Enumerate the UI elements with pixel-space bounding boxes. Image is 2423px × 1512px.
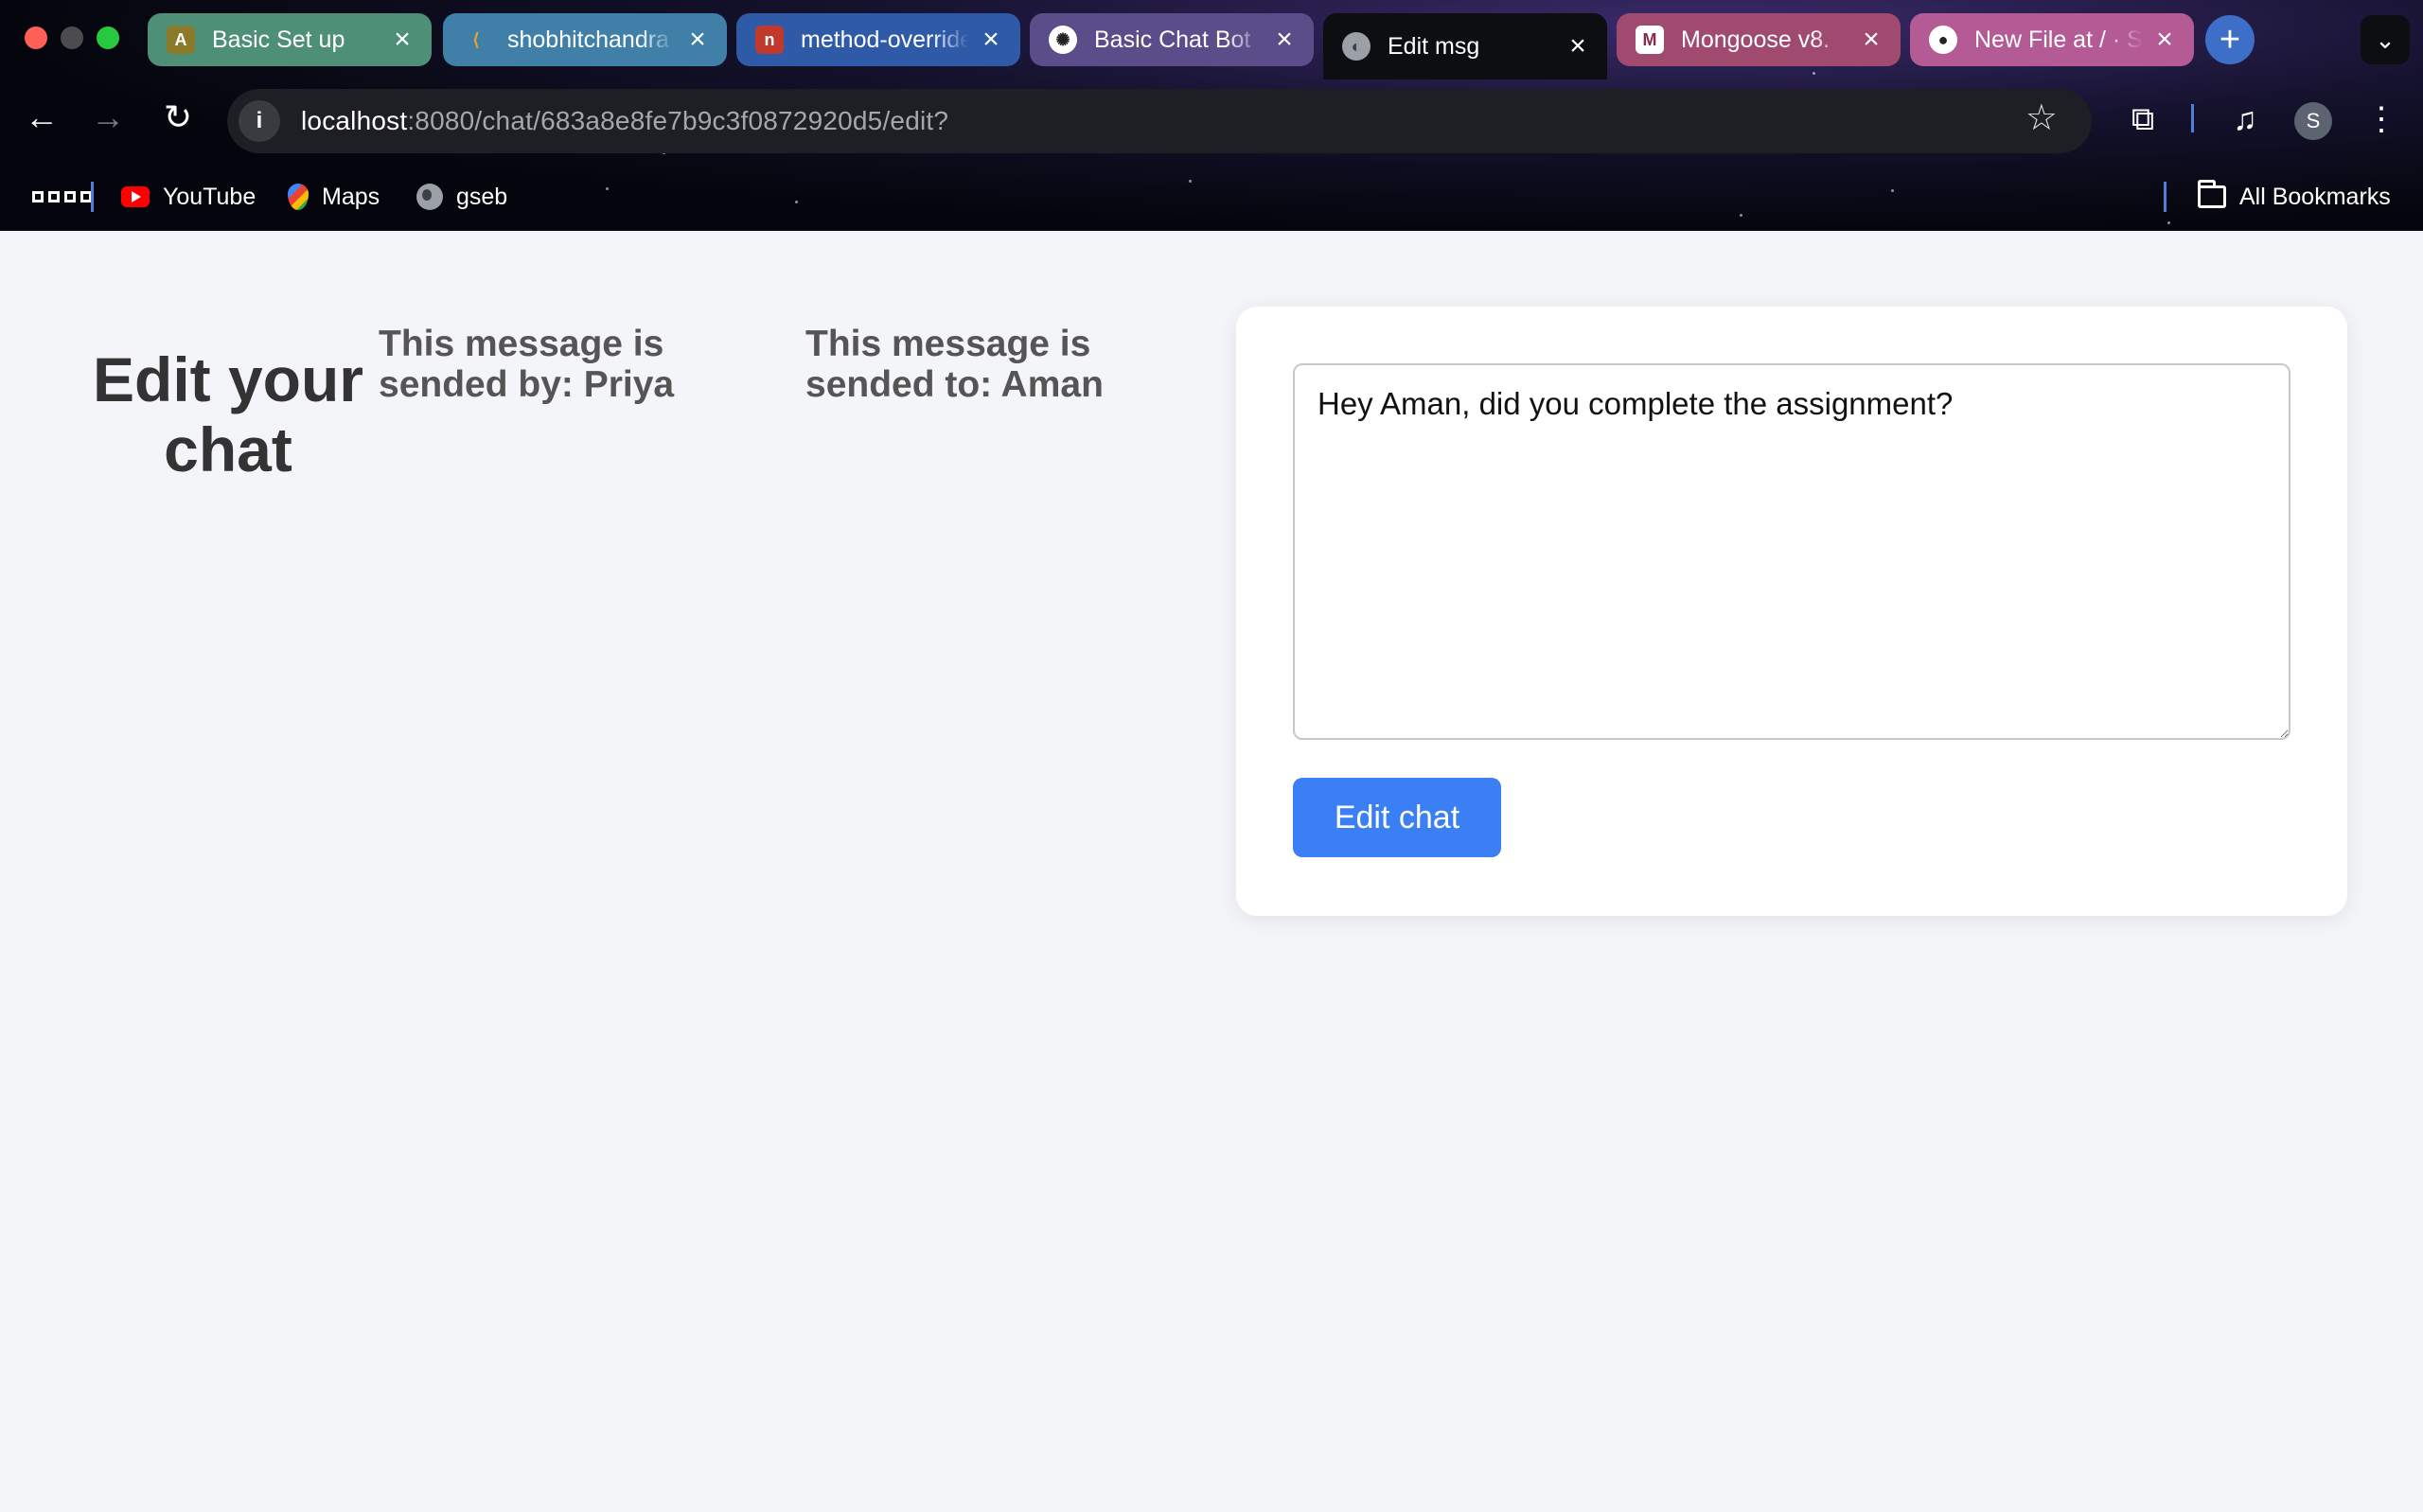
bookmark-gseb[interactable]: gseb bbox=[416, 174, 507, 220]
profile-avatar[interactable]: S bbox=[2294, 102, 2332, 140]
close-icon[interactable]: × bbox=[390, 26, 415, 54]
tab-title: Mongoose v8. bbox=[1681, 26, 1831, 53]
minimize-window-button[interactable] bbox=[61, 26, 83, 49]
bookmark-youtube[interactable]: YouTube bbox=[121, 174, 256, 220]
bookmark-label: YouTube bbox=[163, 183, 256, 210]
media-controls-icon[interactable]: ♫ bbox=[2220, 95, 2270, 144]
site-info-icon[interactable]: i bbox=[239, 100, 280, 142]
bookmark-maps[interactable]: Maps bbox=[288, 174, 380, 220]
tab-title: Basic Chat Bot bbox=[1094, 26, 1251, 53]
new-tab-button[interactable]: + bbox=[2205, 15, 2255, 64]
close-icon[interactable]: × bbox=[979, 26, 1003, 54]
edit-chat-button[interactable]: Edit chat bbox=[1293, 778, 1501, 857]
tab-shobhitchandra[interactable]: ⟨ shobhitchandra × bbox=[443, 13, 727, 66]
close-icon[interactable]: × bbox=[2152, 26, 2177, 54]
site-favicon-icon: A bbox=[167, 26, 195, 54]
bookmarks-divider bbox=[2164, 182, 2167, 212]
url-path: :8080/chat/683a8e8fe7b9c3f0872920d5/edit… bbox=[407, 106, 949, 135]
leetcode-icon: ⟨ bbox=[472, 29, 480, 49]
close-icon[interactable]: × bbox=[685, 26, 710, 54]
maps-icon bbox=[288, 184, 309, 210]
receiver-info: This message is sended to: Aman bbox=[805, 324, 1104, 405]
reload-button[interactable]: ↻ bbox=[151, 91, 204, 144]
bookmarks-bar: YouTube Maps gseb All Bookmarks bbox=[0, 174, 2423, 220]
tab-title: Edit msg bbox=[1388, 32, 1480, 60]
plus-icon: + bbox=[2219, 19, 2241, 60]
tab-title: Basic Set up bbox=[212, 26, 345, 53]
tab-basic-chat-bot[interactable]: ✺ Basic Chat Bot × bbox=[1030, 13, 1314, 66]
github-icon: ● bbox=[1929, 26, 1957, 54]
browser-chrome: A Basic Set up × ⟨ shobhitchandra × n me… bbox=[0, 0, 2423, 231]
maximize-window-button[interactable] bbox=[97, 26, 119, 49]
back-button[interactable]: ← bbox=[15, 91, 68, 144]
message-textarea[interactable] bbox=[1293, 363, 2290, 740]
address-url[interactable]: localhost:8080/chat/683a8e8fe7b9c3f08729… bbox=[301, 106, 948, 136]
apps-button[interactable] bbox=[32, 174, 105, 220]
openai-icon: ✺ bbox=[1049, 26, 1077, 54]
page-content: Edit your chat This message is sended by… bbox=[0, 231, 2423, 1512]
window-controls bbox=[25, 26, 119, 49]
url-host: localhost bbox=[301, 106, 408, 135]
bookmark-label: gseb bbox=[456, 183, 508, 210]
youtube-icon bbox=[121, 186, 150, 207]
arrow-left-icon: ← bbox=[25, 97, 59, 136]
apps-grid-icon bbox=[32, 191, 92, 202]
menu-kebab-icon[interactable]: ⋮ bbox=[2357, 95, 2406, 144]
close-icon[interactable]: × bbox=[1565, 32, 1590, 61]
tab-new-file-github[interactable]: ● New File at / · S × bbox=[1910, 13, 2194, 66]
page-title: Edit your chat bbox=[92, 344, 363, 484]
bookmark-star-icon[interactable]: ☆ bbox=[2025, 97, 2058, 139]
close-window-button[interactable] bbox=[25, 26, 47, 49]
avatar-initial: S bbox=[2306, 109, 2321, 132]
all-bookmarks-label: All Bookmarks bbox=[2239, 183, 2391, 210]
tab-edit-msg[interactable]: ◐ Edit msg × bbox=[1323, 13, 1607, 79]
close-icon[interactable]: × bbox=[1859, 26, 1884, 54]
bookmarks-divider bbox=[91, 182, 94, 212]
tab-strip: A Basic Set up × ⟨ shobhitchandra × n me… bbox=[148, 13, 2419, 79]
folder-icon bbox=[2198, 180, 2226, 208]
tab-method-override[interactable]: n method-override × bbox=[736, 13, 1020, 66]
npm-icon: n bbox=[755, 26, 784, 54]
all-bookmarks-button[interactable]: All Bookmarks bbox=[2198, 174, 2391, 220]
browser-toolbar: ← → ↻ i localhost:8080/chat/683a8e8fe7b9… bbox=[0, 79, 2423, 161]
tab-search-button[interactable]: ⌄ bbox=[2361, 15, 2410, 64]
mongoose-icon: M bbox=[1636, 26, 1664, 54]
close-icon[interactable]: × bbox=[1272, 26, 1297, 54]
reload-icon: ↻ bbox=[163, 97, 193, 136]
address-bar[interactable]: i localhost:8080/chat/683a8e8fe7b9c3f087… bbox=[227, 89, 2092, 153]
arrow-right-icon: → bbox=[91, 97, 125, 136]
globe-icon bbox=[416, 184, 443, 210]
chevron-down-icon: ⌄ bbox=[2375, 25, 2396, 54]
tab-mongoose[interactable]: M Mongoose v8. × bbox=[1617, 13, 1901, 66]
tab-title: shobhitchandra bbox=[507, 26, 669, 53]
sender-info: This message is sended by: Priya bbox=[379, 324, 675, 405]
tab-title: method-override bbox=[801, 26, 969, 53]
tab-basic-set-up[interactable]: A Basic Set up × bbox=[148, 13, 432, 66]
tab-title: New File at / · S bbox=[1974, 26, 2143, 53]
extensions-icon[interactable]: ⧉ bbox=[2118, 95, 2167, 144]
globe-icon: ◐ bbox=[1342, 32, 1371, 61]
toolbar-divider bbox=[2191, 104, 2194, 132]
forward-button[interactable]: → bbox=[81, 91, 134, 144]
edit-chat-form: Edit chat bbox=[1236, 307, 2347, 916]
bookmark-label: Maps bbox=[322, 183, 380, 210]
